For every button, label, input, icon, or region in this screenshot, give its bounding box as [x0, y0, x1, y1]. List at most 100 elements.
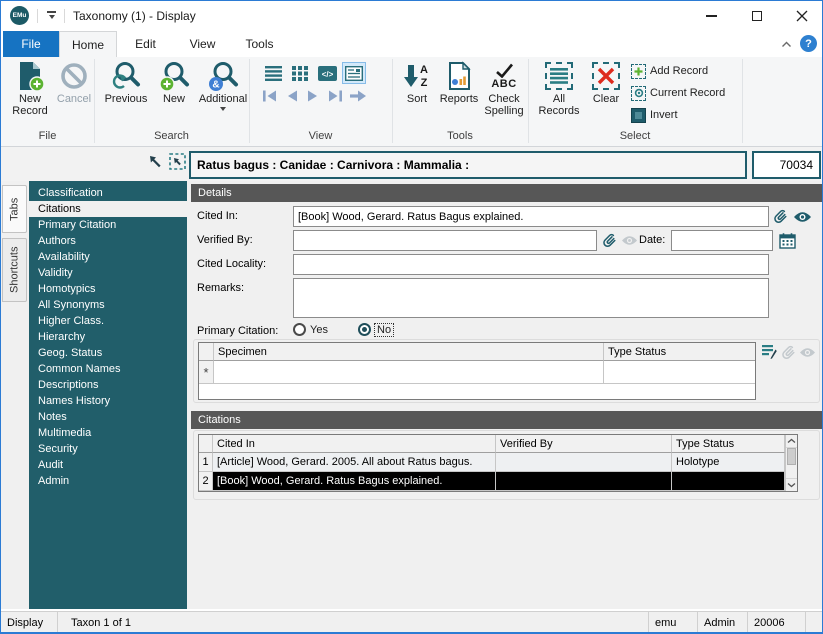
cited-in-column-header[interactable]: Cited In — [213, 435, 496, 453]
sidebar-item-notes[interactable]: Notes — [29, 409, 187, 425]
view-list-button[interactable] — [261, 62, 285, 84]
verified-by-attach-icon[interactable] — [601, 232, 618, 249]
primary-citation-no-option[interactable]: No — [358, 322, 395, 337]
first-record-icon[interactable] — [261, 89, 279, 103]
new-search-button[interactable]: New — [153, 59, 195, 127]
quick-access-dropdown-icon[interactable] — [47, 11, 56, 19]
sidebar-item-citations[interactable]: Citations — [29, 201, 187, 217]
scroll-up-button[interactable] — [786, 435, 797, 448]
current-record-icon — [631, 85, 646, 101]
citations-corner — [199, 435, 213, 453]
sidebar-item-audit[interactable]: Audit — [29, 457, 187, 473]
goto-record-icon[interactable] — [349, 89, 368, 103]
view-form-button[interactable] — [342, 62, 366, 84]
tab-view[interactable]: View — [174, 31, 231, 57]
cited-in-view-icon[interactable] — [793, 211, 812, 223]
sort-button[interactable]: A Z Sort — [397, 59, 437, 127]
cited-in-input[interactable] — [293, 206, 769, 227]
tab-strip-tabs[interactable]: Tabs — [2, 185, 27, 233]
close-button[interactable] — [779, 1, 822, 31]
citation-row-1-number[interactable]: 1 — [199, 453, 213, 472]
select-record-icon[interactable] — [169, 153, 186, 170]
previous-search-button[interactable]: Previous — [100, 59, 152, 127]
new-row-marker: * — [199, 361, 214, 384]
sidebar-item-geog-status[interactable]: Geog. Status — [29, 345, 187, 361]
citation-row-1-cited-in[interactable]: [Article] Wood, Gerard. 2005. All about … — [213, 453, 496, 472]
view-code-button[interactable]: </> — [315, 62, 339, 84]
tab-file[interactable]: File — [3, 31, 59, 57]
sidebar-item-availability[interactable]: Availability — [29, 249, 187, 265]
current-record-button[interactable]: Current Record — [631, 83, 725, 103]
date-calendar-icon[interactable] — [779, 232, 796, 249]
sidebar-item-primary-citation[interactable]: Primary Citation — [29, 217, 187, 233]
specimen-column-header[interactable]: Specimen — [214, 343, 604, 361]
citation-row-2-type-status[interactable] — [672, 472, 785, 491]
type-status-new-cell[interactable] — [604, 361, 755, 384]
tools-group-label: Tools — [447, 130, 473, 142]
sidebar-item-homotypics[interactable]: Homotypics — [29, 281, 187, 297]
scrollbar-track[interactable] — [786, 465, 797, 478]
grid-view-icon-disabled — [800, 348, 815, 357]
tab-strip-shortcuts[interactable]: Shortcuts — [2, 238, 27, 302]
minimize-button[interactable] — [689, 1, 734, 31]
last-record-icon[interactable] — [326, 89, 344, 103]
reports-label: Reports — [439, 93, 479, 105]
verified-by-column-header[interactable]: Verified By — [496, 435, 672, 453]
primary-citation-yes-option[interactable]: Yes — [293, 323, 328, 336]
sidebar-item-authors[interactable]: Authors — [29, 233, 187, 249]
clear-selection-button[interactable]: Clear — [587, 59, 625, 127]
add-record-button[interactable]: Add Record — [631, 61, 708, 81]
remarks-input[interactable] — [293, 278, 769, 318]
all-records-button[interactable]: All Records — [534, 59, 584, 127]
sidebar-item-multimedia[interactable]: Multimedia — [29, 425, 187, 441]
citation-row-1-verified-by[interactable] — [496, 453, 672, 472]
sidebar-item-classification[interactable]: Classification — [29, 185, 187, 201]
sidebar-item-descriptions[interactable]: Descriptions — [29, 377, 187, 393]
sidebar-item-validity[interactable]: Validity — [29, 265, 187, 281]
emu-logo-icon: EMu — [10, 6, 29, 25]
record-summary-field[interactable]: Ratus bagus : Canidae : Carnivora : Mamm… — [189, 151, 747, 179]
verified-by-input[interactable] — [293, 230, 597, 251]
reports-button[interactable]: Reports — [437, 59, 481, 127]
invert-selection-button[interactable]: Invert — [631, 105, 678, 125]
sidebar-item-common-names[interactable]: Common Names — [29, 361, 187, 377]
specimen-new-cell[interactable] — [214, 361, 604, 384]
cited-in-attach-icon[interactable] — [772, 208, 789, 225]
tab-edit[interactable]: Edit — [117, 31, 174, 57]
additional-search-button[interactable]: & Additional — [197, 59, 249, 127]
view-grid-button[interactable] — [288, 62, 312, 84]
scrollbar-thumb[interactable] — [787, 448, 796, 465]
next-record-icon[interactable] — [305, 89, 321, 103]
citation-row-2-number[interactable]: 2 — [199, 472, 213, 491]
date-input[interactable] — [671, 230, 773, 251]
new-record-button[interactable]: New Record — [5, 59, 55, 127]
tab-tools[interactable]: Tools — [231, 31, 288, 57]
ribbon-collapse-icon[interactable] — [781, 41, 792, 48]
status-mode: Display — [1, 612, 58, 632]
record-number-field[interactable]: 70034 — [752, 151, 821, 179]
scroll-down-button[interactable] — [786, 478, 797, 491]
current-record-label: Current Record — [650, 87, 726, 99]
sidebar-item-hierarchy[interactable]: Hierarchy — [29, 329, 187, 345]
sidebar-item-names-history[interactable]: Names History — [29, 393, 187, 409]
sidebar-item-security[interactable]: Security — [29, 441, 187, 457]
citation-row-2-cited-in[interactable]: [Book] Wood, Gerard. Ratus Bagus explain… — [213, 472, 496, 491]
type-status-column-header-2[interactable]: Type Status — [672, 435, 785, 453]
previous-record-icon[interactable] — [284, 89, 300, 103]
sidebar-tab-list: Classification Citations Primary Citatio… — [29, 181, 187, 609]
check-spelling-button[interactable]: ABC Check Spelling — [481, 59, 527, 127]
citation-row-2-verified-by[interactable] — [496, 472, 672, 491]
grid-edit-icon[interactable] — [761, 343, 778, 360]
citation-row-1-type-status[interactable]: Holotype — [672, 453, 785, 472]
svg-text:&: & — [212, 80, 219, 91]
help-icon[interactable]: ? — [800, 35, 817, 52]
tab-home[interactable]: Home — [59, 31, 117, 57]
cancel-button[interactable]: Cancel — [55, 59, 93, 127]
sidebar-item-admin[interactable]: Admin — [29, 473, 187, 489]
pointer-arrow-icon[interactable] — [148, 154, 163, 169]
type-status-column-header[interactable]: Type Status — [604, 343, 755, 361]
cited-locality-input[interactable] — [293, 254, 769, 275]
sidebar-item-higher-class[interactable]: Higher Class. — [29, 313, 187, 329]
sidebar-item-all-synonyms[interactable]: All Synonyms — [29, 297, 187, 313]
maximize-button[interactable] — [734, 1, 779, 31]
